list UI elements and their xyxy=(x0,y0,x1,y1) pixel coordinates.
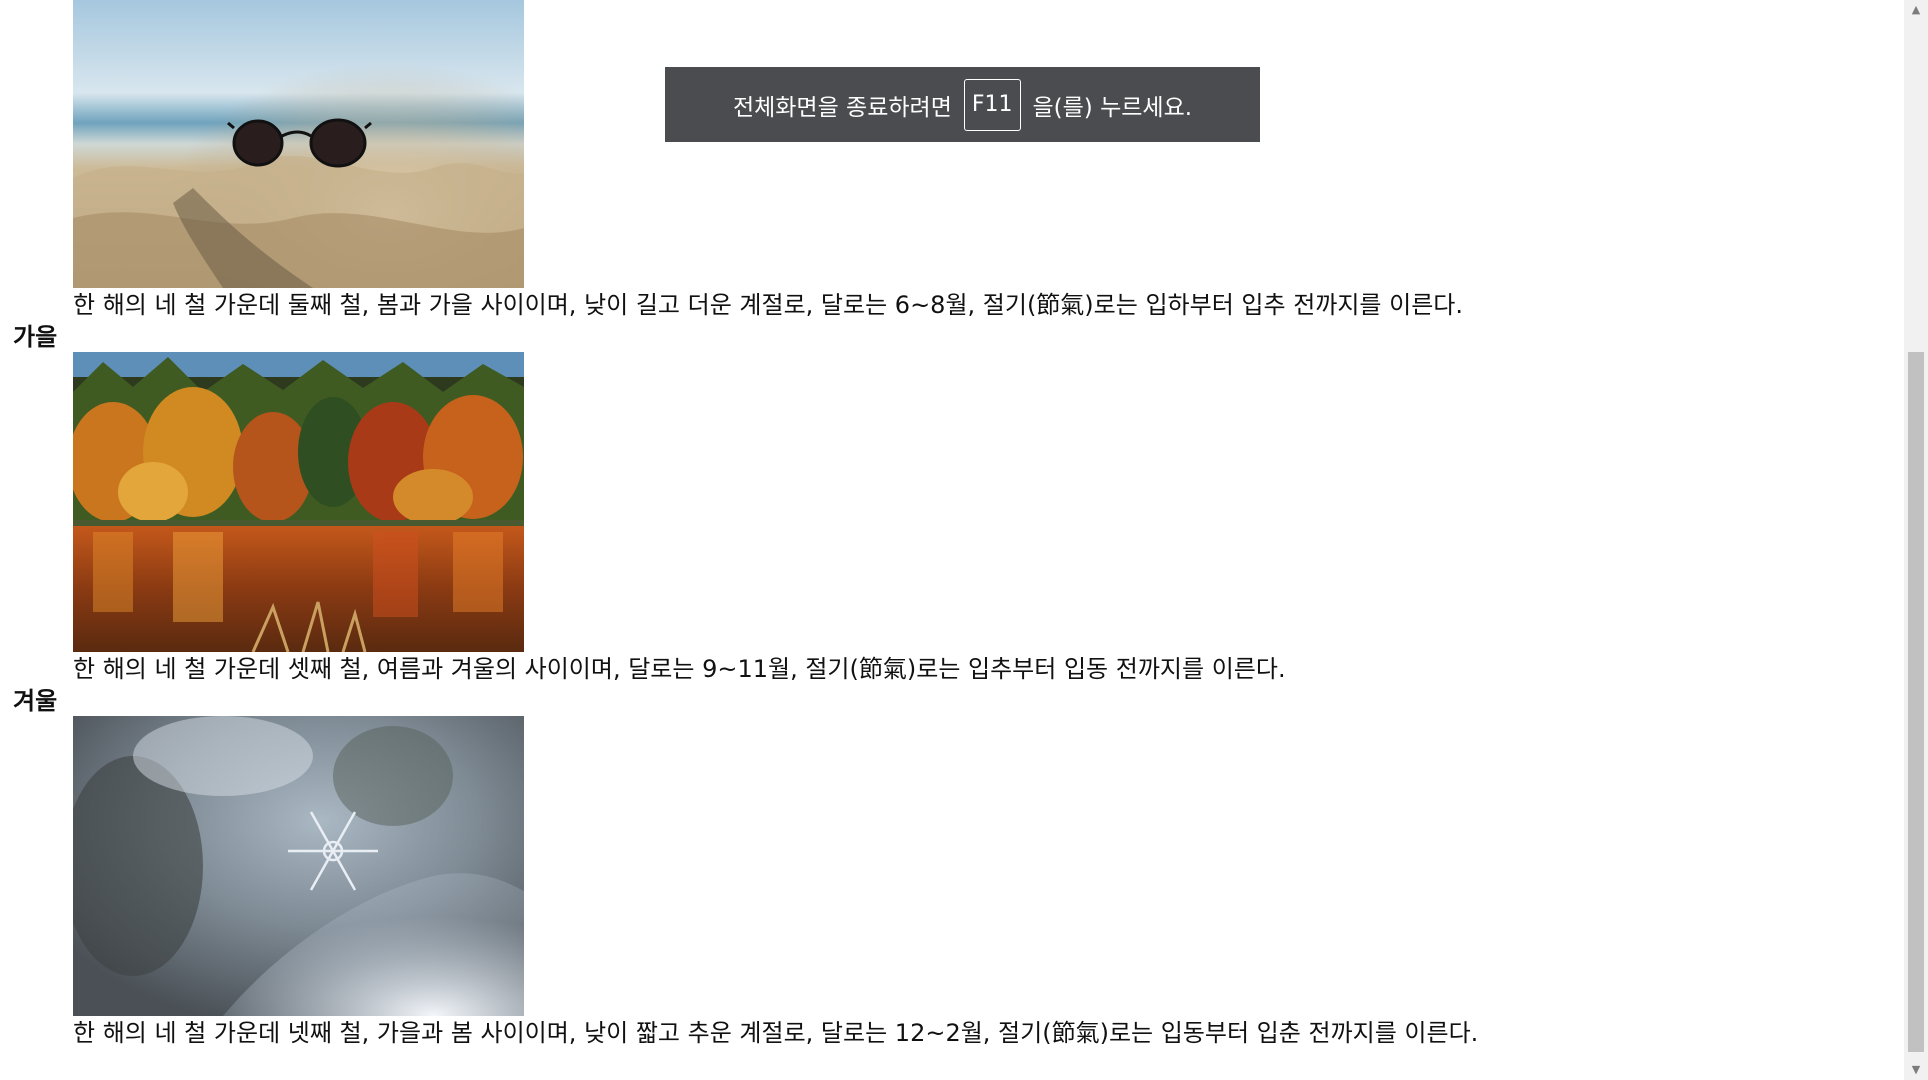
season-title-autumn: 가을 xyxy=(13,323,58,351)
vertical-scrollbar[interactable]: ▲ ▼ xyxy=(1904,0,1928,1080)
scroll-down-arrow-icon[interactable]: ▼ xyxy=(1904,1060,1928,1080)
autumn-forest-lake-photo xyxy=(73,352,524,652)
beach-sunglasses-photo xyxy=(73,0,524,288)
page-content: 한 해의 네 철 가운데 둘째 철, 봄과 가을 사이이며, 낮이 길고 더운 … xyxy=(0,0,1904,1080)
f11-key-badge: F11 xyxy=(963,78,1021,131)
notice-text-after: 을(를) 누르세요. xyxy=(1032,94,1193,121)
fullscreen-exit-notice: 전체화면을 종료하려면 F11 을(를) 누르세요. xyxy=(665,67,1260,142)
scroll-up-arrow-icon[interactable]: ▲ xyxy=(1904,0,1928,20)
snowflake-photo xyxy=(73,716,524,1016)
season-list: 한 해의 네 철 가운데 둘째 철, 봄과 가을 사이이며, 낮이 길고 더운 … xyxy=(13,0,1713,1050)
season-description: 한 해의 네 철 가운데 셋째 철, 여름과 겨울의 사이이며, 달로는 9~1… xyxy=(73,655,1286,683)
season-autumn: 한 해의 네 철 가운데 셋째 철, 여름과 겨울의 사이이며, 달로는 9~1… xyxy=(73,352,1713,686)
scrollbar-thumb[interactable] xyxy=(1908,352,1924,1052)
season-title-winter: 겨울 xyxy=(13,687,58,715)
season-description: 한 해의 네 철 가운데 둘째 철, 봄과 가을 사이이며, 낮이 길고 더운 … xyxy=(73,291,1464,319)
notice-text-before: 전체화면을 종료하려면 xyxy=(732,94,952,121)
season-winter: 한 해의 네 철 가운데 넷째 철, 가을과 봄 사이이며, 낮이 짧고 추운 … xyxy=(73,716,1713,1050)
season-summer: 한 해의 네 철 가운데 둘째 철, 봄과 가을 사이이며, 낮이 길고 더운 … xyxy=(73,0,1713,322)
season-description: 한 해의 네 철 가운데 넷째 철, 가을과 봄 사이이며, 낮이 짧고 추운 … xyxy=(73,1019,1479,1047)
